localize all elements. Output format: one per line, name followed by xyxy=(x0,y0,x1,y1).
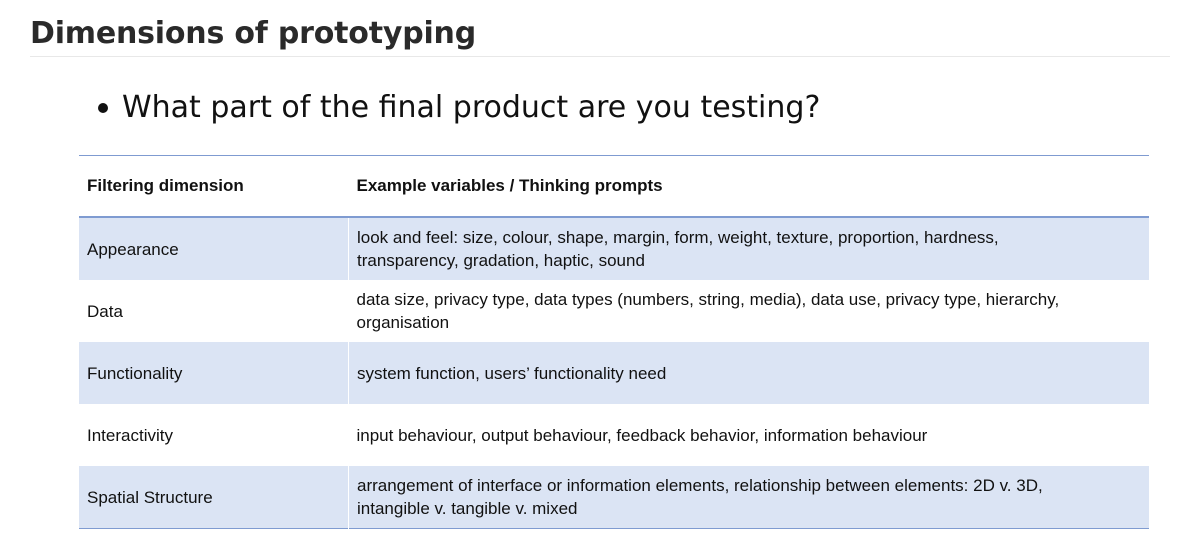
dimension-cell: Functionality xyxy=(79,342,349,404)
table-header-row: Filtering dimension Example variables / … xyxy=(79,155,1149,217)
dimension-cell: Data xyxy=(87,301,123,321)
page-title: Dimensions of prototyping xyxy=(30,14,1170,57)
variables-cell: input behaviour, output behaviour, feedb… xyxy=(349,404,1150,466)
variables-line: arrangement of interface or information … xyxy=(357,476,1043,495)
table-row: Data data size, privacy type, data types… xyxy=(79,280,1149,342)
bullet-point: What part of the final product are you t… xyxy=(98,88,820,128)
variables-cell: look and feel: size, colour, shape, marg… xyxy=(348,217,1149,280)
dimensions-table: Filtering dimension Example variables / … xyxy=(79,155,1149,529)
table-row: Spatial Structure arrangement of interfa… xyxy=(79,466,1149,529)
dimensions-table-container: Filtering dimension Example variables / … xyxy=(79,155,1149,529)
bullet-icon xyxy=(98,103,108,113)
variables-cell: system function, users’ functionality ne… xyxy=(348,342,1149,404)
table-row: Appearance look and feel: size, colour, … xyxy=(79,217,1149,280)
variables-cell: data size, privacy type, data types (num… xyxy=(349,280,1150,342)
table-row: Interactivity input behaviour, output be… xyxy=(79,404,1149,466)
variables-line: intangible v. tangible v. mixed xyxy=(357,499,578,518)
dimension-cell: Spatial Structure xyxy=(79,466,349,529)
dimension-cell: Interactivity xyxy=(87,425,173,445)
variables-line: transparency, gradation, haptic, sound xyxy=(357,251,645,270)
variables-line: system function, users’ functionality ne… xyxy=(357,363,667,383)
header-filtering-dimension: Filtering dimension xyxy=(87,176,244,195)
variables-cell: arrangement of interface or information … xyxy=(348,466,1149,529)
bullet-text: What part of the final product are you t… xyxy=(122,90,821,125)
variables-line: input behaviour, output behaviour, feedb… xyxy=(356,425,928,445)
variables-line: data size, privacy type, data types (num… xyxy=(356,290,1060,309)
dimension-cell: Appearance xyxy=(79,217,349,280)
variables-line: organisation xyxy=(356,313,450,332)
table-row: Functionality system function, users’ fu… xyxy=(79,342,1149,404)
variables-line: look and feel: size, colour, shape, marg… xyxy=(357,228,999,247)
header-example-variables: Example variables / Thinking prompts xyxy=(356,176,663,195)
